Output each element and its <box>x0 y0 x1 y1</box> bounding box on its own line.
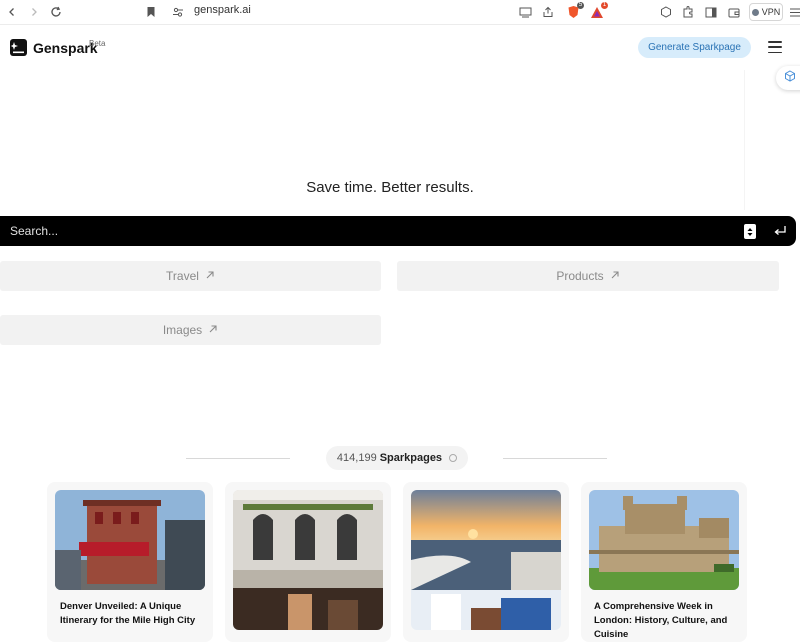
card-image <box>411 490 561 630</box>
card-title: Denver Unveiled: A Unique Itinerary for … <box>60 601 196 626</box>
vpn-label: VPN <box>761 7 781 17</box>
search-bar <box>0 216 796 246</box>
card-image <box>233 490 383 630</box>
chip-images[interactable]: Images <box>0 315 381 345</box>
cube-icon <box>784 69 796 87</box>
browser-menu-icon[interactable] <box>787 4 800 20</box>
arrow-up-right-icon <box>205 269 215 283</box>
info-icon <box>449 454 458 462</box>
sparkpage-card-2[interactable] <box>225 482 391 642</box>
sparkpages-label: Sparkpages <box>379 452 443 464</box>
cast-icon[interactable] <box>517 4 533 20</box>
bookmark-icon[interactable] <box>143 4 159 20</box>
sparkpage-card-3[interactable] <box>403 482 569 642</box>
arrow-up-right-icon <box>208 323 218 337</box>
hamburger-menu-icon[interactable] <box>768 41 782 53</box>
site-logo[interactable]: Genspark <box>10 39 98 56</box>
sparkpage-card-london[interactable]: A Comprehensive Week in London: History,… <box>581 482 747 642</box>
tagline: Save time. Better results. <box>306 179 474 196</box>
shields-count-badge: 5 <box>577 2 584 9</box>
side-panel-toggle[interactable] <box>776 66 800 90</box>
chip-label: Travel <box>166 269 199 283</box>
back-icon[interactable] <box>4 4 20 20</box>
brave-rewards-icon[interactable]: 1 <box>589 2 608 20</box>
sparkpages-count[interactable]: 414,199 Sparkpages <box>326 446 468 470</box>
genspark-logo-icon <box>10 39 27 56</box>
site-settings-icon[interactable] <box>170 4 186 20</box>
arrow-up-right-icon <box>610 269 620 283</box>
search-mode-toggle[interactable] <box>744 224 756 239</box>
share-icon[interactable] <box>540 4 556 20</box>
reload-icon[interactable] <box>48 4 64 20</box>
rewards-count-badge: 1 <box>601 2 608 9</box>
leo-icon[interactable] <box>658 4 674 20</box>
sparkpages-number: 414,199 <box>336 452 377 464</box>
forward-icon[interactable] <box>26 4 42 20</box>
generate-sparkpage-button[interactable]: Generate Sparkpage <box>638 37 751 58</box>
vpn-status-icon <box>751 8 759 16</box>
card-title: A Comprehensive Week in London: History,… <box>594 601 728 640</box>
card-image <box>589 490 739 590</box>
divider-left <box>186 458 290 459</box>
brave-shields-icon[interactable]: 5 <box>565 2 584 20</box>
chip-travel[interactable]: Travel <box>0 261 381 291</box>
chip-label: Products <box>556 269 604 283</box>
vpn-button[interactable]: VPN <box>749 3 783 21</box>
search-input[interactable] <box>10 222 710 240</box>
wallet-icon[interactable] <box>726 4 742 20</box>
enter-icon[interactable] <box>773 224 787 238</box>
chip-label: Images <box>162 323 203 337</box>
sparkpage-card-denver[interactable]: Denver Unveiled: A Unique Itinerary for … <box>47 482 213 642</box>
beta-badge: Beta <box>89 39 106 48</box>
browser-toolbar: genspark.ai 5 1 VPN <box>0 0 800 25</box>
sidebar-icon[interactable] <box>703 4 719 20</box>
card-image <box>55 490 205 590</box>
divider-right <box>503 458 607 459</box>
chip-products[interactable]: Products <box>397 261 779 291</box>
extensions-icon[interactable] <box>680 4 696 20</box>
url-text[interactable]: genspark.ai <box>194 4 251 16</box>
logo-text: Genspark <box>33 39 98 56</box>
